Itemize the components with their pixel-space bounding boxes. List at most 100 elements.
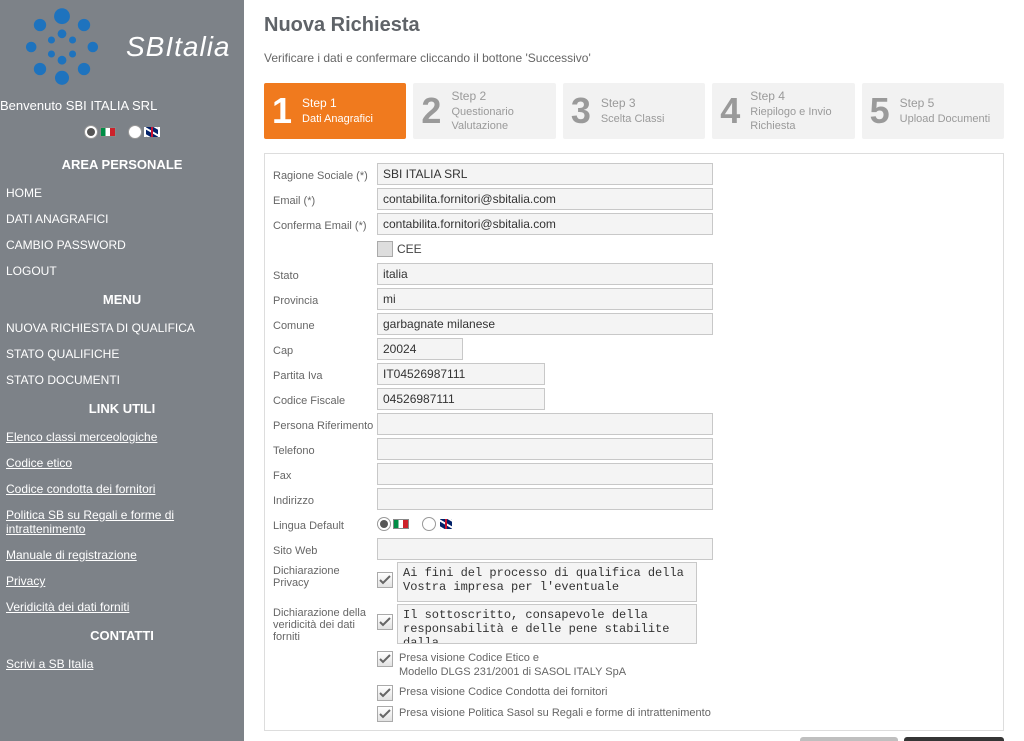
sidebar-cambio-password[interactable]: CAMBIO PASSWORD (0, 232, 244, 258)
consent-etico-text: Presa visione Codice Etico e Modello DLG… (399, 650, 626, 680)
flag-uk-icon (438, 519, 454, 529)
step-num: 3 (571, 93, 591, 129)
step-sublabel: Dati Anagrafici (302, 112, 373, 126)
lingua-label: Lingua Default (273, 517, 377, 532)
lang-it-radio[interactable] (84, 125, 98, 139)
cf-input[interactable] (377, 388, 545, 410)
step-sublabel: Scelta Classi (601, 112, 665, 126)
step-num: 1 (272, 93, 292, 129)
sidebar-language-picker (0, 121, 244, 149)
privacy-label: Dichiarazione Privacy (273, 562, 377, 589)
page-title: Nuova Richiesta (264, 14, 1004, 37)
step-1[interactable]: 1 Step 1 Dati Anagrafici (264, 83, 406, 139)
step-label: Step 2 (451, 89, 549, 105)
step-sublabel: Questionario Valutazione (451, 105, 549, 134)
cemail-label: Conferma Email (*) (273, 217, 377, 232)
step-num: 5 (870, 93, 890, 129)
privacy-checkbox[interactable] (377, 572, 393, 588)
veridicita-checkbox[interactable] (377, 614, 393, 630)
tel-input[interactable] (377, 438, 713, 460)
lingua-uk-radio[interactable] (422, 517, 436, 531)
sidebar-stato-documenti[interactable]: STATO DOCUMENTI (0, 367, 244, 393)
consent-condotta-checkbox[interactable] (377, 685, 393, 701)
email-input[interactable] (377, 188, 713, 210)
step-num: 4 (720, 93, 740, 129)
prif-input[interactable] (377, 413, 713, 435)
privacy-textarea[interactable] (397, 562, 697, 602)
veridicita-textarea[interactable] (397, 604, 697, 644)
sito-input[interactable] (377, 538, 713, 560)
flag-it-icon (100, 127, 116, 137)
sidebar-home[interactable]: HOME (0, 180, 244, 206)
sidebar-nuova-richiesta[interactable]: NUOVA RICHIESTA DI QUALIFICA (0, 315, 244, 341)
step-3[interactable]: 3 Step 3 Scelta Classi (563, 83, 705, 139)
consent-condotta-text: Presa visione Codice Condotta dei fornit… (399, 684, 608, 699)
next-button[interactable]: Successivo (904, 737, 1004, 741)
flag-it-icon (393, 519, 409, 529)
consent-regali-text: Presa visione Politica Sasol su Regali e… (399, 705, 711, 720)
sidebar-dati-anagrafici[interactable]: DATI ANAGRAFICI (0, 206, 244, 232)
step-label: Step 4 (750, 89, 848, 105)
section-personal: AREA PERSONALE (0, 149, 244, 180)
sidebar: SBItalia Benvenuto SBI ITALIA SRL AREA P… (0, 0, 244, 741)
sidebar-scrivi[interactable]: Scrivi a SB Italia (0, 651, 244, 677)
ind-label: Indirizzo (273, 492, 377, 507)
form-anagrafica: Ragione Sociale (*) Email (*) Conferma E… (264, 153, 1004, 731)
section-menu: MENU (0, 284, 244, 315)
sidebar-elenco-classi[interactable]: Elenco classi merceologiche (0, 424, 244, 450)
cee-label: CEE (397, 242, 422, 256)
logo-icon (8, 3, 116, 91)
sidebar-stato-qualifiche[interactable]: STATO QUALIFICHE (0, 341, 244, 367)
cap-input[interactable] (377, 338, 463, 360)
cee-checkbox[interactable] (377, 241, 393, 257)
ind-input[interactable] (377, 488, 713, 510)
consent-etico-checkbox[interactable] (377, 651, 393, 667)
fax-label: Fax (273, 467, 377, 482)
provincia-input[interactable] (377, 288, 713, 310)
consent-regali-checkbox[interactable] (377, 706, 393, 722)
cf-label: Codice Fiscale (273, 392, 377, 407)
step-sublabel: Riepilogo e Invio Richiesta (750, 105, 848, 134)
sidebar-codice-etico[interactable]: Codice etico (0, 450, 244, 476)
step-5[interactable]: 5 Step 5 Upload Documenti (862, 83, 1004, 139)
provincia-label: Provincia (273, 292, 377, 307)
step-label: Step 5 (900, 96, 991, 112)
sidebar-manuale[interactable]: Manuale di registrazione (0, 542, 244, 568)
lang-uk-radio[interactable] (128, 125, 142, 139)
flag-uk-icon (144, 127, 160, 137)
fax-input[interactable] (377, 463, 713, 485)
cemail-input[interactable] (377, 213, 713, 235)
page-subtitle: Verificare i dati e confermare cliccando… (264, 51, 1004, 65)
button-row: Precedente Successivo (264, 737, 1004, 741)
comune-input[interactable] (377, 313, 713, 335)
step-2[interactable]: 2 Step 2 Questionario Valutazione (413, 83, 555, 139)
sidebar-privacy[interactable]: Privacy (0, 568, 244, 594)
email-label: Email (*) (273, 192, 377, 207)
stato-label: Stato (273, 267, 377, 282)
prif-label: Persona Riferimento (273, 417, 377, 432)
sidebar-politica-regali[interactable]: Politica SB su Regali e forme di intratt… (0, 502, 244, 542)
sito-label: Sito Web (273, 542, 377, 557)
piva-label: Partita Iva (273, 367, 377, 382)
step-label: Step 3 (601, 96, 665, 112)
section-link-utili: LINK UTILI (0, 393, 244, 424)
logo-text: SBItalia (126, 31, 231, 63)
main-content: Nuova Richiesta Verificare i dati e conf… (244, 0, 1024, 741)
stato-input[interactable] (377, 263, 713, 285)
logo-area: SBItalia (0, 0, 244, 96)
sidebar-veridicita[interactable]: Veridicità dei dati forniti (0, 594, 244, 620)
prev-button: Precedente (800, 737, 898, 741)
lingua-it-radio[interactable] (377, 517, 391, 531)
step-sublabel: Upload Documenti (900, 112, 991, 126)
ragione-input[interactable] (377, 163, 713, 185)
step-4[interactable]: 4 Step 4 Riepilogo e Invio Richiesta (712, 83, 854, 139)
sidebar-logout[interactable]: LOGOUT (0, 258, 244, 284)
comune-label: Comune (273, 317, 377, 332)
step-num: 2 (421, 93, 441, 129)
tel-label: Telefono (273, 442, 377, 457)
step-bar: 1 Step 1 Dati Anagrafici 2 Step 2 Questi… (264, 83, 1004, 139)
piva-input[interactable] (377, 363, 545, 385)
cap-label: Cap (273, 342, 377, 357)
sidebar-codice-condotta[interactable]: Codice condotta dei fornitori (0, 476, 244, 502)
welcome-text: Benvenuto SBI ITALIA SRL (0, 96, 244, 121)
